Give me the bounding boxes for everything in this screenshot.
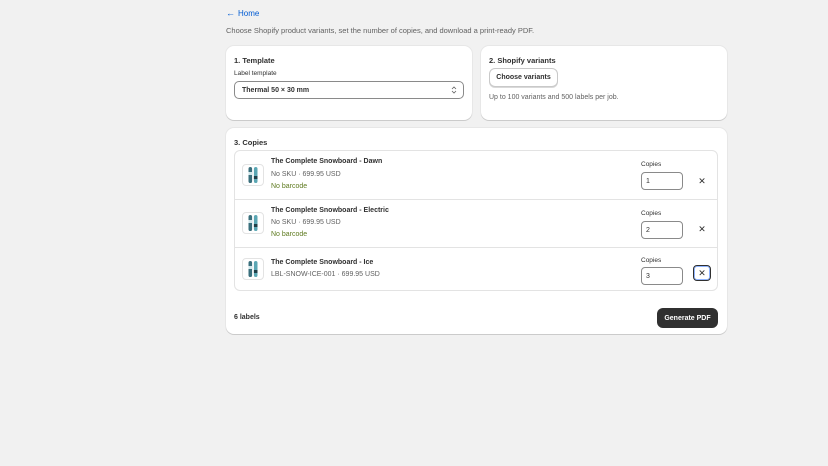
template-card: 1. Template Label template Thermal 50 × … <box>226 46 472 120</box>
variant-meta: No SKU · 699.95 USD <box>271 219 341 226</box>
choose-variants-button[interactable]: Choose variants <box>489 68 558 87</box>
close-icon: ✕ <box>698 223 706 234</box>
remove-variant-button[interactable]: ✕ <box>693 173 711 189</box>
no-barcode-warning: No barcode <box>271 183 308 190</box>
chevron-updown-icon <box>451 86 457 94</box>
copies-card: 3. Copies The Complete Snowboard - Dawn … <box>226 128 727 334</box>
variant-row: The Complete Snowboard - Electric No SKU… <box>235 199 717 248</box>
close-icon: ✕ <box>698 267 706 278</box>
variant-row: The Complete Snowboard - Ice LBL-SNOW-IC… <box>235 247 717 291</box>
variant-meta: LBL-SNOW-ICE-001 · 699.95 USD <box>271 271 380 278</box>
copies-label: Copies <box>641 257 662 264</box>
page-subtitle: Choose Shopify product variants, set the… <box>226 26 535 35</box>
variants-hint: Up to 100 variants and 500 labels per jo… <box>489 94 619 101</box>
copies-label: Copies <box>641 210 662 217</box>
copies-card-title: 3. Copies <box>234 138 268 147</box>
variant-meta: No SKU · 699.95 USD <box>271 171 341 178</box>
variants-card: 2. Shopify variants Choose variants Up t… <box>481 46 727 120</box>
back-link[interactable]: ← Home <box>226 7 259 19</box>
back-link-label: Home <box>238 8 260 18</box>
copies-input[interactable] <box>641 221 683 239</box>
label-template-label: Label template <box>234 70 277 77</box>
label-template-value: Thermal 50 × 30 mm <box>242 86 310 94</box>
snowboard-thumbnail <box>242 258 264 280</box>
variant-name: The Complete Snowboard - Dawn <box>271 158 383 165</box>
label-template-select[interactable]: Thermal 50 × 30 mm <box>234 81 464 99</box>
remove-variant-button[interactable]: ✕ <box>693 221 711 237</box>
variant-name: The Complete Snowboard - Electric <box>271 207 389 214</box>
no-barcode-warning: No barcode <box>271 231 308 238</box>
copies-input[interactable] <box>641 267 683 285</box>
snowboard-thumbnail <box>242 212 264 234</box>
copies-label: Copies <box>641 161 662 168</box>
close-icon: ✕ <box>698 175 706 186</box>
variant-name: The Complete Snowboard - Ice <box>271 259 374 266</box>
variant-row: The Complete Snowboard - Dawn No SKU · 6… <box>235 151 717 199</box>
template-card-title: 1. Template <box>234 56 275 65</box>
total-labels: 6 labels <box>234 314 260 321</box>
variant-list: The Complete Snowboard - Dawn No SKU · 6… <box>234 150 718 291</box>
remove-variant-button[interactable]: ✕ <box>693 265 711 281</box>
snowboard-thumbnail <box>242 164 264 186</box>
generate-pdf-button[interactable]: Generate PDF <box>657 308 718 328</box>
arrow-left-icon: ← <box>226 7 235 18</box>
copies-input[interactable] <box>641 172 683 190</box>
variants-card-title: 2. Shopify variants <box>489 56 556 65</box>
